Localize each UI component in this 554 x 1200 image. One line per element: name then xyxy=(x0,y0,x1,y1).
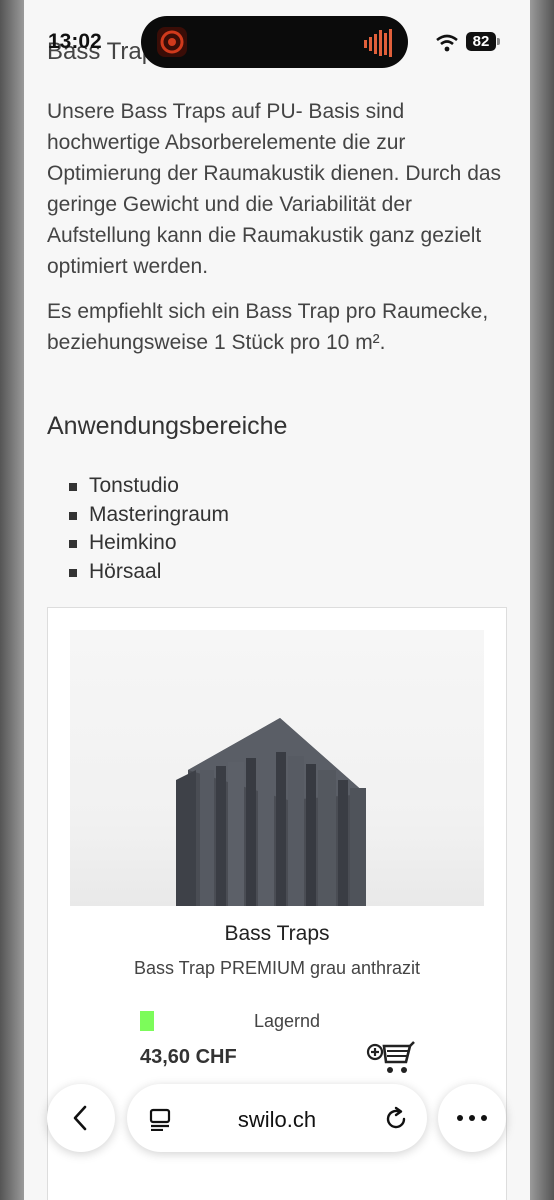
applications-heading: Anwendungsbereiche xyxy=(47,412,288,440)
status-time: 13:02 xyxy=(48,30,102,53)
wifi-icon xyxy=(436,34,458,52)
dynamic-island[interactable] xyxy=(141,16,408,68)
list-item: Tonstudio xyxy=(69,472,229,501)
product-image[interactable] xyxy=(70,630,484,906)
battery-nub xyxy=(497,38,500,45)
right-edge xyxy=(530,0,554,1200)
status-bar: 13:02 82 xyxy=(0,0,554,70)
url-text[interactable]: swilo.ch xyxy=(127,1107,427,1133)
web-page[interactable]: Bass Traps Unsere Bass Traps auf PU- Bas… xyxy=(24,0,530,1200)
audio-waveform-icon xyxy=(364,29,392,57)
chevron-left-icon xyxy=(73,1105,87,1131)
product-subtitle: Bass Trap PREMIUM grau anthrazit xyxy=(133,958,421,978)
product-title[interactable]: Bass Traps xyxy=(48,922,506,946)
browser-toolbar: swilo.ch xyxy=(0,1080,554,1160)
product-price: 43,60 CHF xyxy=(140,1046,237,1068)
recommendation-paragraph: Es empfiehlt sich ein Bass Trap pro Raum… xyxy=(47,300,489,354)
list-item: Masteringraum xyxy=(69,501,229,530)
more-icon xyxy=(457,1115,487,1121)
battery-indicator: 82 xyxy=(466,32,496,51)
list-item: Heimkino xyxy=(69,529,229,558)
stock-indicator xyxy=(140,1011,154,1031)
list-item: Hörsaal xyxy=(69,558,229,587)
back-button[interactable] xyxy=(47,1084,115,1152)
intro-paragraph: Unsere Bass Traps auf PU- Basis sind hoc… xyxy=(47,100,502,278)
reload-icon[interactable] xyxy=(383,1106,409,1132)
app-icon[interactable] xyxy=(157,27,187,57)
left-edge xyxy=(0,0,24,1200)
stock-status: Lagernd xyxy=(254,1011,321,1031)
address-bar[interactable]: swilo.ch xyxy=(127,1084,427,1152)
more-button[interactable] xyxy=(438,1084,506,1152)
add-to-cart-icon[interactable] xyxy=(366,1038,416,1078)
applications-list: Tonstudio Masteringraum Heimkino Hörsaal xyxy=(69,472,229,586)
